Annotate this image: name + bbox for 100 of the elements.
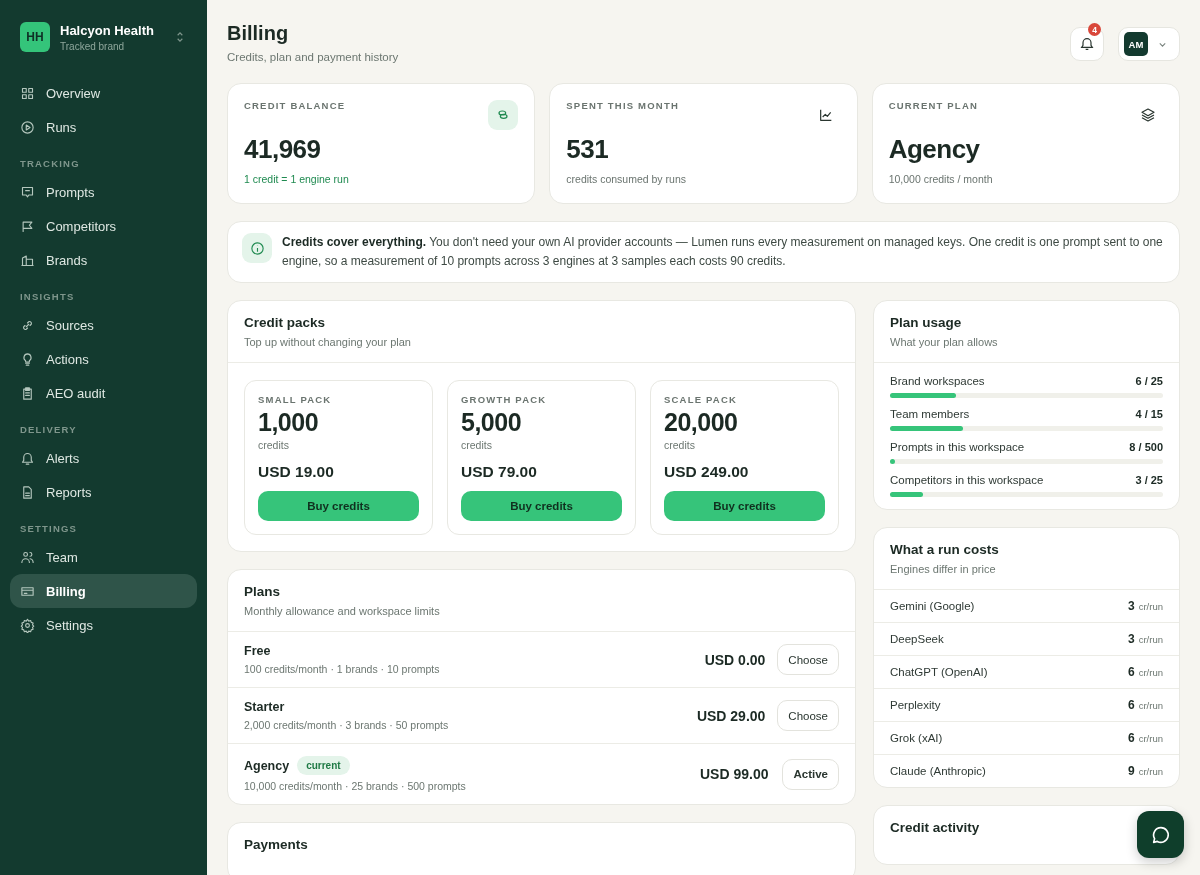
- cost-unit: cr/run: [1138, 601, 1163, 612]
- plan-button[interactable]: Active: [782, 758, 839, 790]
- usage-label: Team members: [890, 408, 970, 420]
- workspace-switcher[interactable]: HH Halcyon Health Tracked brand: [10, 22, 197, 52]
- pack-price: USD 79.00: [461, 463, 538, 481]
- stat-label: CURRENT PLAN: [888, 100, 978, 111]
- plan-name: Starter: [244, 700, 285, 714]
- engine-name: Perplexity: [890, 699, 942, 711]
- plan-price: USD 99.00: [700, 766, 769, 782]
- user-menu[interactable]: AM: [1118, 27, 1180, 61]
- plan-name: Agency: [244, 758, 290, 773]
- engine-cost: 6: [1128, 698, 1135, 712]
- usage-value: 3 / 25: [1135, 474, 1163, 486]
- notification-count: 4: [1088, 23, 1101, 36]
- cost-unit: cr/run: [1138, 766, 1163, 777]
- card-title: Credit packs: [244, 315, 327, 330]
- stat-note: 10,000 credits / month: [888, 173, 994, 185]
- plan-details: 10,000 credits/month · 25 brands · 500 prompts: [244, 780, 467, 792]
- nav-section-heading: TRACKING: [19, 157, 81, 171]
- plan-button[interactable]: Choose: [777, 700, 839, 731]
- lightbulb-icon: [20, 351, 35, 367]
- usage-label: Brand workspaces: [890, 375, 985, 387]
- usage-value: 4 / 15: [1135, 408, 1163, 420]
- engine-name: ChatGPT (OpenAI): [890, 666, 989, 678]
- play-icon: [20, 119, 35, 135]
- usage-label: Prompts in this workspace: [890, 441, 1025, 453]
- cost-unit: cr/run: [1138, 733, 1163, 744]
- nav-item[interactable]: Competitors: [10, 209, 197, 243]
- engine-name: Grok (xAI): [890, 732, 944, 744]
- stat-label: CREDIT BALANCE: [244, 100, 346, 111]
- page-title: Billing: [227, 22, 290, 45]
- document-icon: [20, 484, 35, 500]
- nav-item[interactable]: Reports: [10, 475, 197, 509]
- nav-item[interactable]: Alerts: [10, 441, 197, 475]
- card-title: Plan usage: [890, 315, 963, 330]
- buy-credits-button[interactable]: Buy credits: [461, 491, 622, 521]
- pack-label: SCALE PACK: [664, 394, 739, 405]
- card-subtitle: Engines differ in price: [890, 563, 997, 575]
- nav-item[interactable]: AEO audit: [10, 376, 197, 410]
- cost-unit: cr/run: [1138, 667, 1163, 678]
- usage-value: 6 / 25: [1135, 375, 1163, 387]
- pack-label: SMALL PACK: [258, 394, 333, 405]
- alarm-icon: [20, 450, 35, 466]
- nav-item[interactable]: Sources: [10, 308, 197, 342]
- engine-name: Gemini (Google): [890, 600, 976, 612]
- nav-section-heading: DELIVERY: [19, 423, 78, 437]
- pack-amount: 1,000: [258, 408, 320, 437]
- engine-cost: 6: [1128, 731, 1135, 745]
- card-title: Payments: [244, 837, 309, 852]
- message-icon: [20, 184, 35, 200]
- building-icon: [20, 252, 35, 268]
- card-subtitle: Top up without changing your plan: [244, 336, 412, 348]
- people-icon: [20, 549, 35, 565]
- pack-amount: 20,000: [664, 408, 739, 437]
- plan-name: Free: [244, 644, 271, 658]
- stat-value: 41,969: [244, 134, 322, 165]
- buy-credits-button[interactable]: Buy credits: [664, 491, 825, 521]
- flag-icon: [20, 218, 35, 234]
- nav-item[interactable]: Brands: [10, 243, 197, 277]
- stat-value: 531: [566, 134, 610, 165]
- buy-credits-button[interactable]: Buy credits: [258, 491, 419, 521]
- stat-note: 1 credit = 1 engine run: [244, 173, 350, 185]
- pack-unit: credits: [258, 439, 290, 451]
- nav-item[interactable]: Prompts: [10, 175, 197, 209]
- clipboard-icon: [20, 385, 35, 401]
- card-title: What a run costs: [890, 542, 1000, 557]
- info-text: Credits cover everything. You don't need your own AI provider accounts — Lumen runs every measurement on managed keys. One credit is one prompt sent to one engine, so a measurement of 10 prompts across 3 engines at 3 samples each costs 90 credits.: [282, 234, 1164, 270]
- page-subtitle: Credits, plan and payment history: [227, 51, 400, 63]
- engine-name: Claude (Anthropic): [890, 765, 987, 777]
- nav-item[interactable]: Overview: [10, 76, 197, 110]
- pack-amount: 5,000: [461, 408, 523, 437]
- nav-section-heading: SETTINGS: [19, 522, 79, 536]
- nav-item[interactable]: Team: [10, 540, 197, 574]
- pack-unit: credits: [664, 439, 696, 451]
- pack-unit: credits: [461, 439, 493, 451]
- workspace-avatar: HH: [20, 22, 50, 52]
- chat-button[interactable]: [1137, 811, 1184, 858]
- plan-details: 2,000 credits/month · 3 brands · 50 prompts: [244, 719, 450, 731]
- engine-cost: 3: [1128, 599, 1135, 613]
- workspace-subtitle: Tracked brand: [60, 40, 126, 52]
- info-icon: [242, 233, 272, 263]
- nav-item[interactable]: Billing: [10, 574, 197, 608]
- coins-icon: [488, 100, 519, 130]
- nav-item[interactable]: Settings: [10, 608, 197, 642]
- card-title: Plans: [244, 584, 282, 599]
- stat-label: SPENT THIS MONTH: [566, 100, 679, 111]
- engine-cost: 6: [1128, 665, 1135, 679]
- engine-cost: 3: [1128, 632, 1135, 646]
- cost-unit: cr/run: [1138, 634, 1163, 645]
- card-subtitle: What your plan allows: [890, 336, 999, 348]
- nav-section-heading: INSIGHTS: [19, 290, 76, 304]
- nav-item[interactable]: Runs: [10, 110, 197, 144]
- pack-label: GROWTH PACK: [461, 394, 548, 405]
- pack-price: USD 249.00: [664, 463, 750, 481]
- bell-icon: [1079, 36, 1095, 52]
- nav-item[interactable]: Actions: [10, 342, 197, 376]
- plan-price: USD 29.00: [696, 707, 766, 724]
- plan-button[interactable]: Choose: [777, 644, 839, 675]
- user-avatar: AM: [1124, 32, 1148, 56]
- gear-icon: [20, 617, 35, 633]
